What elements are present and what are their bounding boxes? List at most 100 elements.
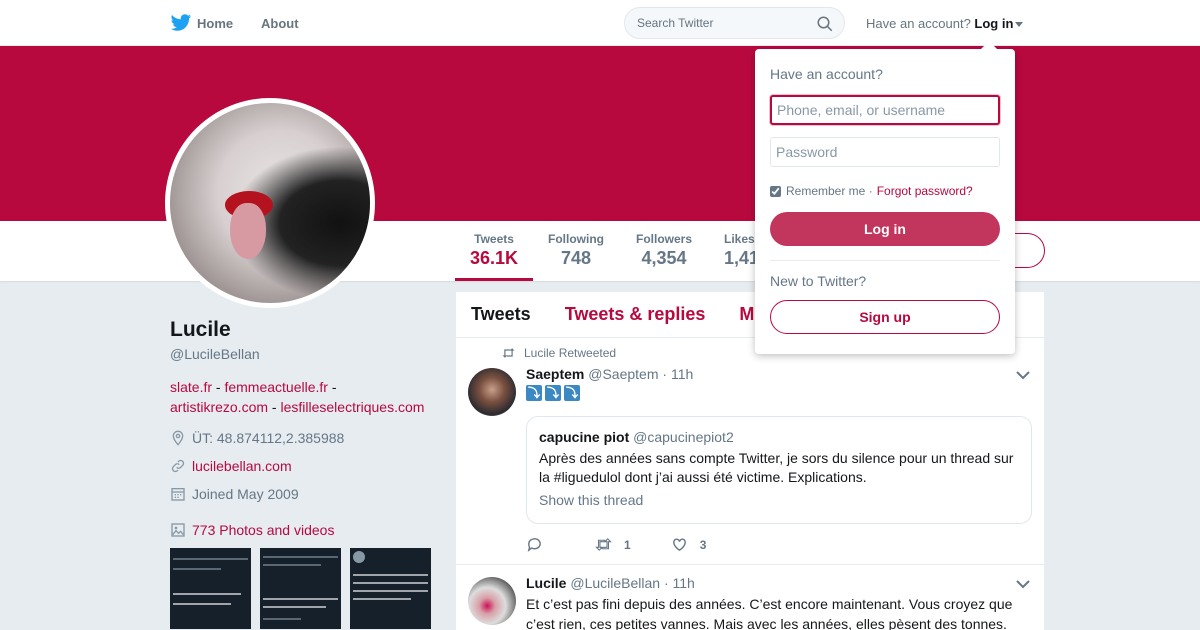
login-button[interactable]: Log in — [770, 212, 1000, 246]
search-box — [624, 7, 845, 39]
profile-bio: slate.fr - femmeactuelle.fr - artistikre… — [170, 377, 440, 417]
quoted-tweet[interactable]: capucine piot @capucinepiot2 Après des a… — [526, 416, 1032, 524]
like-count: 3 — [699, 537, 707, 552]
bio-link[interactable]: lesfilleselectriques.com — [280, 399, 424, 415]
profile-website: lucilebellan.com — [170, 458, 292, 474]
stat-followers[interactable]: Followers 4,354 — [636, 232, 692, 269]
bio-separator: - — [268, 399, 281, 415]
arrow-down-emoji: ⤵ — [564, 385, 580, 401]
retweet-icon — [502, 348, 515, 358]
quoted-author-handle: @capucinepiot2 — [633, 429, 734, 445]
tweet[interactable]: Lucile Retweeted Saeptem @Saeptem · 11h … — [456, 338, 1044, 565]
profile-joined: Joined May 2009 — [170, 486, 299, 502]
login-menu-toggle[interactable]: Log in — [974, 16, 1013, 31]
stat-value: 36.1K — [470, 248, 519, 268]
stat-label: Following — [548, 232, 604, 246]
remember-me-label[interactable]: Remember me · — [786, 184, 873, 198]
avatar-image — [170, 103, 370, 303]
retweet-icon — [595, 538, 612, 551]
chevron-down-icon[interactable] — [1016, 370, 1030, 380]
search-input[interactable] — [625, 8, 800, 38]
nav-home[interactable]: Home — [170, 12, 233, 34]
stat-likes[interactable]: Likes 1,41 — [724, 232, 759, 269]
top-nav: Home About Have an account? Log in — [0, 0, 1200, 46]
stat-label: Followers — [636, 232, 693, 246]
caret-down-icon[interactable] — [1015, 22, 1024, 28]
tweet-avatar[interactable] — [468, 577, 516, 625]
stat-following[interactable]: Following 748 — [548, 232, 604, 269]
photos-videos-link[interactable]: 773 Photos and videos — [170, 522, 334, 538]
location-pin-icon — [172, 430, 184, 446]
remember-row: Remember me · Forgot password? — [770, 184, 973, 198]
profile-avatar[interactable] — [165, 98, 375, 308]
media-thumbnail[interactable] — [350, 548, 431, 629]
tab-media[interactable]: M — [739, 304, 754, 325]
chevron-down-icon[interactable] — [1016, 579, 1030, 589]
have-account-text: Have an account? — [866, 16, 971, 31]
show-thread-link[interactable]: Show this thread — [539, 492, 1019, 508]
tweet-author-handle[interactable]: @Saeptem — [588, 366, 658, 382]
remember-me-checkbox[interactable] — [770, 185, 781, 197]
profile-name[interactable]: Lucile — [170, 318, 231, 342]
nav-home-label: Home — [197, 15, 234, 31]
retweet-button[interactable]: 1 — [595, 536, 631, 553]
media-thumbnail[interactable] — [260, 548, 341, 629]
joined-text: Joined May 2009 — [192, 486, 299, 502]
bio-link[interactable]: femmeactuelle.fr — [224, 379, 327, 395]
profile-handle[interactable]: @LucileBellan — [170, 346, 260, 362]
reply-button[interactable] — [526, 536, 555, 553]
quoted-author-name: capucine piot — [539, 429, 630, 445]
tweet-author-name[interactable]: Saeptem — [526, 366, 584, 382]
tweet-header: Saeptem @Saeptem · 11h — [526, 366, 693, 382]
signup-button[interactable]: Sign up — [770, 300, 1000, 334]
tweet[interactable]: Lucile @LucileBellan · 11h Et c’est pas … — [456, 565, 1044, 630]
image-icon — [171, 523, 185, 537]
tweet-text: Et c’est pas fini depuis des années. C’e… — [526, 596, 1013, 630]
profile-location: ÜT: 48.874112,2.385988 — [170, 430, 344, 446]
retweet-count: 1 — [624, 537, 631, 552]
location-text: ÜT: 48.874112,2.385988 — [192, 430, 345, 446]
photos-label[interactable]: 773 Photos and videos — [192, 522, 334, 538]
dropdown-arrow — [981, 41, 997, 49]
reply-icon — [527, 538, 541, 552]
stat-label: Tweets — [474, 232, 514, 246]
tab-tweets-replies[interactable]: Tweets & replies — [565, 304, 706, 325]
new-to-twitter-text: New to Twitter? — [770, 273, 867, 289]
tab-tweets[interactable]: Tweets — [471, 304, 531, 325]
retweet-context-text: Lucile Retweeted — [524, 346, 617, 360]
bio-link[interactable]: slate.fr — [170, 379, 212, 395]
like-button[interactable]: 3 — [671, 536, 707, 553]
tweet-actions: 1 3 — [526, 536, 746, 553]
media-thumbnails — [170, 548, 431, 629]
divider — [770, 260, 1000, 261]
calendar-icon — [171, 488, 185, 501]
arrow-down-emoji: ⤵ — [526, 385, 542, 401]
forgot-password-link[interactable]: Forgot password? — [877, 184, 973, 198]
bio-link[interactable]: artistikrezo.com — [170, 399, 268, 415]
tweet-author-handle[interactable]: @LucileBellan — [570, 575, 660, 591]
quoted-tweet-text: Après des années sans compte Twitter, je… — [539, 450, 1014, 485]
bio-separator: - — [327, 379, 337, 395]
website-link[interactable]: lucilebellan.com — [192, 458, 292, 474]
tweet-time[interactable]: · 11h — [664, 575, 695, 591]
stat-tweets[interactable]: Tweets 36.1K — [470, 232, 518, 269]
tweet-avatar[interactable] — [468, 368, 516, 416]
arrow-down-emoji: ⤵ — [545, 385, 561, 401]
tweet-author-name[interactable]: Lucile — [526, 575, 566, 591]
stat-value: 748 — [560, 248, 592, 268]
stat-label: Likes — [724, 232, 755, 246]
nav-about[interactable]: About — [261, 16, 299, 31]
media-thumbnail[interactable] — [170, 548, 251, 629]
stat-value: 1,41 — [724, 248, 760, 268]
heart-icon — [672, 538, 686, 552]
twitter-bird-icon — [170, 14, 192, 31]
login-dropdown: Have an account? Remember me · Forgot pa… — [755, 41, 1015, 354]
tweet-header: Lucile @LucileBellan · 11h — [526, 575, 695, 591]
search-icon[interactable] — [816, 15, 834, 33]
active-stat-underline — [455, 278, 533, 281]
username-input[interactable] — [770, 95, 1000, 125]
dropdown-title: Have an account? — [770, 66, 883, 82]
password-input[interactable] — [770, 137, 1000, 167]
quoted-tweet-header: capucine piot @capucinepiot2 — [539, 429, 1019, 445]
tweet-time[interactable]: · 11h — [662, 366, 693, 382]
